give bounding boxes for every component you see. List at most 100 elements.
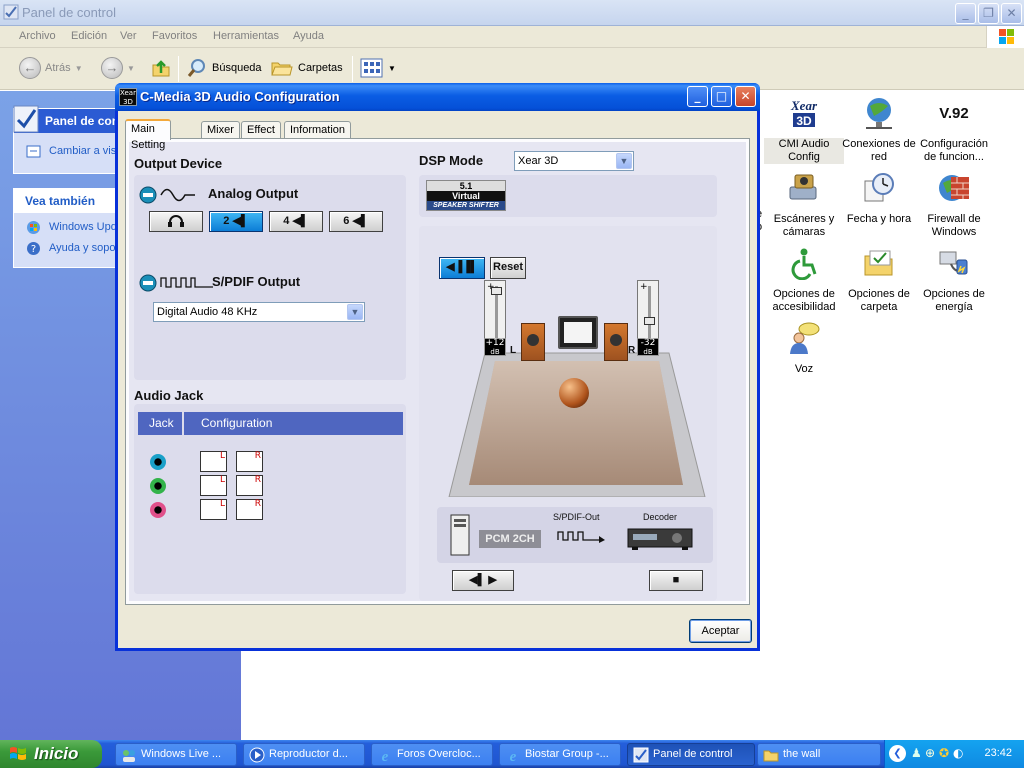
reset-button[interactable]: Reset — [490, 257, 526, 279]
folders-button[interactable]: Carpetas — [270, 57, 343, 79]
task-foros-overclock[interactable]: e Foros Overcloc... — [371, 743, 493, 766]
tray-security-icon[interactable]: ✪ — [939, 746, 949, 760]
scanners-cameras-item[interactable]: Escáneres y cámaras — [764, 171, 844, 239]
close-button[interactable]: ✕ — [1001, 3, 1022, 24]
windows-firewall-item[interactable]: Firewall de Windows — [914, 171, 994, 239]
windows-live-icon — [123, 750, 135, 762]
tab-main-setting[interactable]: Main Setting — [125, 119, 172, 151]
menu-ver[interactable]: Ver — [120, 30, 137, 42]
dialog-maximize-button[interactable]: □ — [711, 86, 732, 107]
svg-text:Xear: Xear — [790, 98, 818, 113]
v92-modem-icon: V.92 — [939, 105, 968, 122]
spdif-rate-select[interactable]: Digital Audio 48 KHz ▼ — [153, 302, 365, 322]
accessibility-icon — [791, 248, 817, 281]
ok-button[interactable]: Aceptar — [689, 619, 752, 643]
speech-icon — [790, 322, 820, 354]
speech-item[interactable]: Voz — [764, 321, 844, 376]
menu-herramientas[interactable]: Herramientas — [213, 30, 279, 42]
analog-output-label: Analog Output — [208, 186, 299, 201]
speaker-icon: ◀▌ — [352, 215, 369, 227]
modem-config-item[interactable]: V.92 Configuración de funcion... — [914, 96, 994, 164]
back-button[interactable]: ← Atrás ▼ — [19, 57, 83, 79]
output-device-header: Output Device — [134, 156, 223, 171]
speech-label: Voz — [794, 363, 814, 375]
scanners-cameras-label: Escáneres y cámaras — [773, 213, 835, 238]
speaker-toggle-button[interactable]: ◀▐▐▌ — [439, 257, 485, 279]
up-folder-button[interactable] — [150, 57, 172, 79]
date-time-item[interactable]: Fecha y hora — [839, 171, 919, 226]
task-windows-live[interactable]: Windows Live ... — [115, 743, 237, 766]
start-button[interactable]: Inicio — [0, 740, 102, 768]
system-tray: ❮ ♟ ⊕ ✪ ◐ 23:42 — [884, 740, 1024, 768]
line-in-right-config[interactable]: R — [236, 451, 263, 472]
mic-left-config[interactable]: L — [200, 499, 227, 520]
tab-effect[interactable]: Effect — [241, 121, 281, 139]
folder-icon — [763, 750, 779, 762]
badge-line-2: Virtual — [452, 191, 480, 201]
line-in-left-config[interactable]: L — [200, 451, 227, 472]
dsp-mode-select[interactable]: Xear 3D ▼ — [514, 151, 634, 171]
minimize-button[interactable]: _ — [955, 3, 976, 24]
tray-volume-icon[interactable]: ◐ — [953, 746, 963, 760]
tray-user-icon[interactable]: ♟ — [911, 746, 922, 760]
tray-network-icon[interactable]: ⊕ — [925, 746, 935, 760]
speakers-6-button[interactable]: 6 ◀▌ — [329, 211, 383, 232]
folder-options-icon — [864, 250, 893, 276]
task-media-player[interactable]: Reproductor d... — [243, 743, 365, 766]
task-the-wall[interactable]: the wall — [757, 743, 881, 766]
tab-mixer[interactable]: Mixer — [201, 121, 240, 139]
right-volume-thumb[interactable] — [644, 317, 655, 325]
line-out-left-config[interactable]: L — [200, 475, 227, 496]
accessibility-item[interactable]: Opciones de accesibilidad — [764, 246, 844, 314]
svg-text:3D: 3D — [796, 114, 812, 128]
internet-explorer-icon: e — [510, 749, 517, 763]
task-label: the wall — [783, 748, 821, 760]
menu-edicion[interactable]: Edición — [71, 30, 107, 42]
accessibility-label: Opciones de accesibilidad — [772, 288, 836, 313]
jack-column-header: Jack — [138, 412, 182, 435]
power-plug-icon — [939, 251, 968, 275]
folders-label: Carpetas — [298, 62, 343, 74]
menu-favoritos[interactable]: Favoritos — [152, 30, 197, 42]
decoder-receiver-icon — [627, 528, 693, 550]
cmi-audio-config-item[interactable]: Xear 3D CMI Audio Config — [764, 96, 844, 164]
stop-button[interactable]: ■ — [649, 570, 703, 591]
views-grid-icon — [360, 58, 383, 78]
forward-button[interactable]: → ▼ — [101, 57, 135, 79]
virtual-speaker-shifter-badge[interactable]: 5.1 Virtual SPEAKER SHIFTER — [426, 180, 506, 211]
headphone-button[interactable] — [149, 211, 203, 232]
views-button[interactable]: ▼ — [360, 57, 396, 79]
search-label: Búsqueda — [212, 62, 262, 74]
folder-options-item[interactable]: Opciones de carpeta — [839, 246, 919, 314]
left-volume-thumb[interactable] — [491, 287, 502, 295]
dsp-mode-value: Xear 3D — [518, 155, 559, 167]
scanner-camera-icon — [789, 174, 817, 200]
speakers-4-button[interactable]: 4 ◀▌ — [269, 211, 323, 232]
right-gain-unit: dB — [643, 348, 653, 356]
headphone-icon — [168, 215, 184, 227]
play-test-button[interactable]: ◀▌ ▶ — [452, 570, 514, 591]
spdif-output-label: S/PDIF Output — [212, 274, 301, 289]
maximize-button[interactable]: ❐ — [978, 3, 999, 24]
menu-archivo[interactable]: Archivo — [19, 30, 56, 42]
mic-right-config[interactable]: R — [236, 499, 263, 520]
folder-options-label: Opciones de carpeta — [848, 288, 910, 313]
task-panel-de-control[interactable]: Panel de control — [627, 743, 755, 766]
tab-information[interactable]: Information — [284, 121, 352, 139]
dsp-mode-header: DSP Mode — [419, 153, 484, 168]
folders-icon — [271, 62, 293, 76]
tray-expand-icon[interactable]: ❮ — [889, 745, 906, 762]
task-biostar-group[interactable]: e Biostar Group -... — [499, 743, 621, 766]
menu-ayuda[interactable]: Ayuda — [293, 30, 324, 42]
dialog-close-button[interactable]: ✕ — [735, 86, 756, 107]
svg-text:e: e — [382, 749, 389, 763]
power-options-item[interactable]: Opciones de energía — [914, 246, 994, 314]
speakers-2-button[interactable]: 2 ◀▌ — [209, 211, 263, 232]
search-button[interactable]: Búsqueda — [186, 57, 262, 79]
badge-line-1: 5.1 — [427, 181, 505, 191]
line-out-right-config[interactable]: R — [236, 475, 263, 496]
network-connections-item[interactable]: Conexiones de red — [839, 96, 919, 164]
globe-network-icon — [866, 98, 892, 129]
control-panel-icon — [633, 747, 649, 763]
dialog-minimize-button[interactable]: _ — [687, 86, 708, 107]
